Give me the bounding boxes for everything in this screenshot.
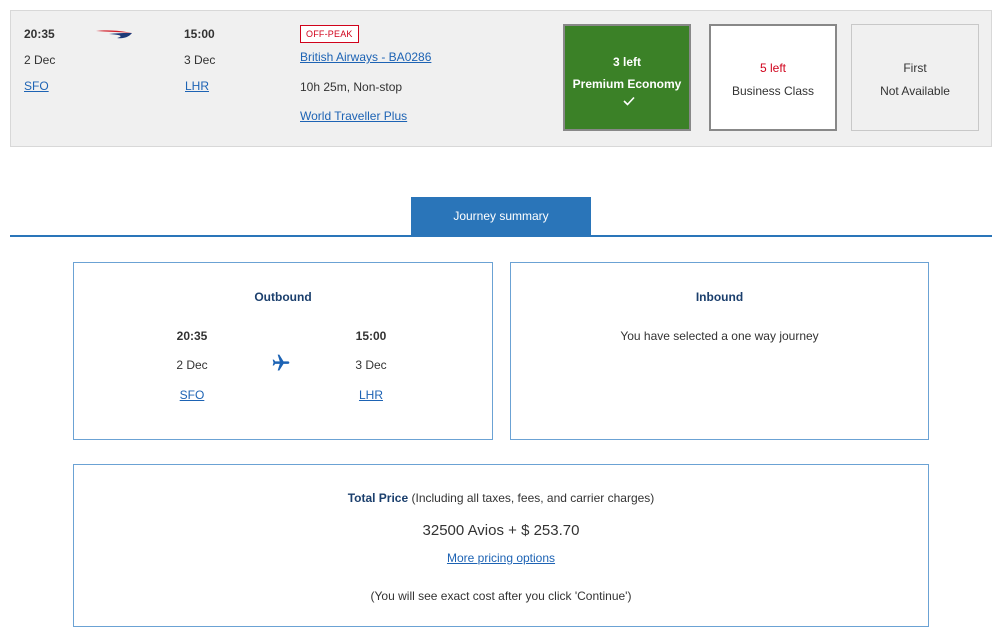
cabin-first-option: First Not Available <box>851 24 979 131</box>
more-pricing-container: More pricing options <box>74 551 928 565</box>
outbound-depart-date: 2 Dec <box>176 358 208 372</box>
inbound-title: Inbound <box>695 290 744 304</box>
off-peak-badge: OFF-PEAK <box>300 25 359 43</box>
price-note: (You will see exact cost after you click… <box>370 589 632 603</box>
outbound-depart-airport-link[interactable]: SFO <box>142 388 242 402</box>
outbound-arrive-date: 3 Dec <box>355 358 387 372</box>
arrive-time: 15:00 <box>184 27 215 41</box>
price-amount: 32500 Avios + $ 253.70 <box>422 522 580 539</box>
outbound-depart-time: 20:35 <box>176 329 208 343</box>
cabin-premium-economy-option[interactable]: 3 left Premium Economy <box>563 24 691 131</box>
flight-result-row: 20:35 2 Dec SFO 15:00 3 Dec LHR OFF-PEAK… <box>10 10 992 147</box>
outbound-panel: Outbound 20:35 2 Dec SFO 15:00 3 Dec LHR <box>73 262 493 440</box>
outbound-arrive-time: 15:00 <box>355 329 387 343</box>
more-pricing-options-link[interactable]: More pricing options <box>447 551 555 565</box>
outbound-arrive-airport-link[interactable]: LHR <box>321 388 421 402</box>
checkmark-icon <box>623 96 635 106</box>
fare-name-link[interactable]: World Traveller Plus <box>300 109 407 123</box>
british-airways-logo-icon <box>96 30 132 39</box>
inbound-panel: Inbound You have selected a one way jour… <box>510 262 929 440</box>
price-title-note: (Including all taxes, fees, and carrier … <box>411 491 655 505</box>
outbound-title: Outbound <box>254 290 312 304</box>
tab-journey-summary[interactable]: Journey summary <box>411 197 591 235</box>
depart-airport-link[interactable]: SFO <box>24 79 49 93</box>
tab-divider <box>10 235 992 237</box>
cabin-name: First <box>903 61 927 75</box>
depart-time: 20:35 <box>24 27 55 41</box>
arrive-date: 3 Dec <box>184 53 216 67</box>
cabin-name: Premium Economy <box>572 77 682 91</box>
price-title: Total Price <box>347 491 409 505</box>
cabin-availability: 5 left <box>759 61 786 75</box>
cabin-availability: Not Available <box>880 84 950 98</box>
flight-details-link[interactable]: British Airways - BA0286 <box>300 50 431 64</box>
cabin-availability: 3 left <box>612 55 641 69</box>
price-heading: Total Price (Including all taxes, fees, … <box>74 491 928 505</box>
flight-duration: 10h 25m, Non-stop <box>300 80 403 94</box>
cabin-name: Business Class <box>731 84 815 98</box>
plane-icon <box>272 354 290 371</box>
cabin-business-class-option[interactable]: 5 left Business Class <box>709 24 837 131</box>
arrive-airport-link[interactable]: LHR <box>185 79 209 93</box>
depart-date: 2 Dec <box>24 53 56 67</box>
inbound-message: You have selected a one way journey <box>620 329 819 343</box>
price-panel: Total Price (Including all taxes, fees, … <box>73 464 929 627</box>
